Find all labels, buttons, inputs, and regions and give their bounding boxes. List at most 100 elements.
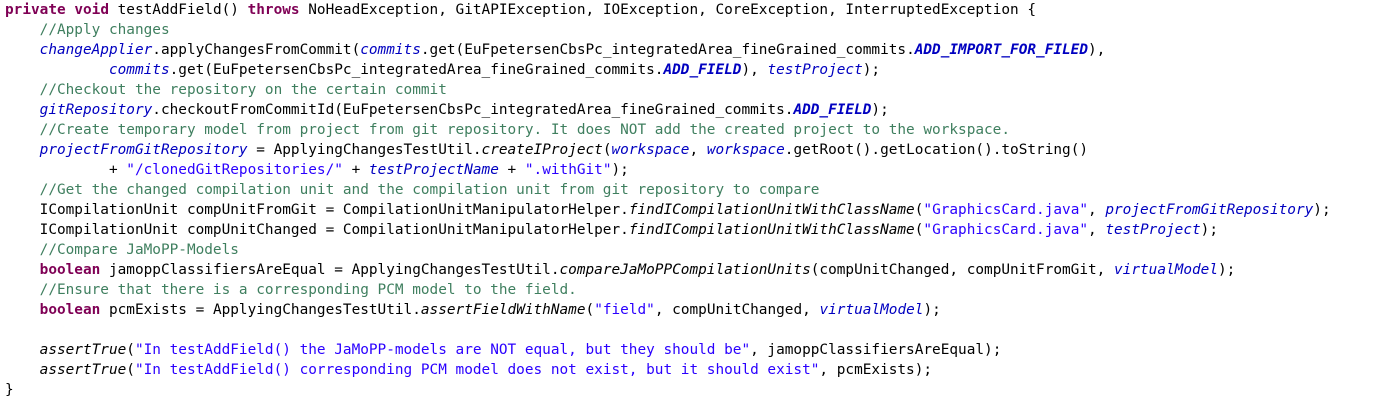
code-line[interactable]: ICompilationUnit compUnitFromGit = Compi… (0, 200, 1382, 220)
string-literal: "/clonedGitRepositories/" (126, 162, 343, 178)
field-ref: virtualModel (819, 302, 924, 318)
code-line[interactable]: changeApplier.applyChangesFromCommit(com… (0, 40, 1382, 60)
code-text: NoHeadException, GitAPIException, IOExce… (299, 2, 1037, 18)
keyword: private (5, 2, 66, 18)
code-line[interactable]: assertTrue("In testAddField() the JaMoPP… (0, 340, 1382, 360)
code-line[interactable]: projectFromGitRepository = ApplyingChang… (0, 140, 1382, 160)
code-text: ); (862, 62, 881, 78)
code-text: ); (871, 102, 889, 118)
code-text: ICompilationUnit compUnitFromGit = Compi… (5, 202, 629, 218)
static-constant: ADD_FIELD (663, 62, 742, 78)
code-text: .applyChangesFromCommit( (152, 42, 361, 58)
code-text: , (1088, 222, 1106, 238)
code-text: + (498, 162, 525, 178)
comment: //Apply changes (39, 22, 170, 38)
code-text: ); (1200, 222, 1218, 238)
code-text: (compUnitChanged, compUnitFromGit, (810, 262, 1115, 278)
field-ref: testProjectName (368, 162, 499, 178)
code-text: .checkoutFromCommitId(EuFpetersenCbsPc_i… (152, 102, 794, 118)
static-constant: ADD_IMPORT_FOR_FILED (914, 42, 1089, 58)
comment: //Get the changed compilation unit and t… (39, 182, 820, 198)
static-method: assertTrue (39, 362, 127, 378)
field-ref: projectFromGitRepository (39, 142, 248, 158)
code-text: ( (126, 362, 135, 378)
field-ref: virtualModel (1114, 262, 1218, 278)
field-ref: projectFromGitRepository (1105, 202, 1314, 218)
code-text: } (5, 382, 14, 398)
comment: //Ensure that there is a corresponding P… (39, 282, 577, 298)
static-method: compareJaMoPPCompilationUnits (559, 262, 811, 278)
string-literal: "In testAddField() corresponding PCM mod… (134, 362, 820, 378)
code-text: = ApplyingChangesTestUtil. (247, 142, 482, 158)
code-line[interactable]: //Checkout the repository on the certain… (0, 80, 1382, 100)
code-line[interactable]: assertTrue("In testAddField() correspond… (0, 360, 1382, 380)
code-line[interactable]: //Create temporary model from project fr… (0, 120, 1382, 140)
code-editor[interactable]: private void testAddField() throws NoHea… (0, 0, 1382, 404)
field-ref: gitRepository (39, 102, 153, 118)
code-line[interactable]: //Apply changes (0, 20, 1382, 40)
field-ref: workspace (706, 142, 785, 158)
code-text: ), (1088, 42, 1106, 58)
static-method: assertFieldWithName (420, 302, 586, 318)
field-ref: workspace (611, 142, 690, 158)
code-text: , (1088, 202, 1106, 218)
code-line[interactable] (0, 320, 1382, 340)
field-ref: commits (108, 62, 170, 78)
code-line[interactable]: //Get the changed compilation unit and t… (0, 180, 1382, 200)
code-line[interactable]: boolean jamoppClassifiersAreEqual = Appl… (0, 260, 1382, 280)
code-text: ); (611, 162, 629, 178)
code-text: , (689, 142, 707, 158)
field-ref: changeApplier (39, 42, 153, 58)
comment: //Create temporary model from project fr… (39, 122, 1011, 138)
code-line[interactable]: //Compare JaMoPP-Models (0, 240, 1382, 260)
code-text: .get(EuFpetersenCbsPc_integratedArea_fin… (420, 42, 915, 58)
static-method: assertTrue (39, 342, 127, 358)
code-line[interactable]: commits.get(EuFpetersenCbsPc_integratedA… (0, 60, 1382, 80)
code-line[interactable]: //Ensure that there is a corresponding P… (0, 280, 1382, 300)
code-text: jamoppClassifiersAreEqual = ApplyingChan… (100, 262, 560, 278)
code-text: ), (741, 62, 768, 78)
code-text: ( (602, 142, 612, 158)
keyword: boolean (39, 302, 101, 318)
static-method: createIProject (481, 142, 603, 158)
code-line[interactable]: ICompilationUnit compUnitChanged = Compi… (0, 220, 1382, 240)
code-text: ); (1217, 262, 1236, 278)
code-text: ); (923, 302, 941, 318)
code-text: ICompilationUnit compUnitChanged = Compi… (5, 222, 629, 238)
string-literal: "GraphicsCard.java" (923, 202, 1089, 218)
string-literal: "In testAddField() the JaMoPP-models are… (134, 342, 751, 358)
code-text: .get(EuFpetersenCbsPc_integratedArea_fin… (169, 62, 664, 78)
code-line[interactable]: } (0, 380, 1382, 400)
code-text: , jamoppClassifiersAreEqual); (750, 342, 1002, 358)
code-text: , compUnitChanged, (654, 302, 820, 318)
string-literal: "GraphicsCard.java" (923, 222, 1089, 238)
static-method: findICompilationUnitWithClassName (628, 222, 915, 238)
static-constant: ADD_FIELD (793, 102, 872, 118)
code-line[interactable]: boolean pcmExists = ApplyingChangesTestU… (0, 300, 1382, 320)
code-text: testAddField() (108, 2, 248, 18)
code-text: ( (126, 342, 135, 358)
code-line[interactable]: gitRepository.checkoutFromCommitId(EuFpe… (0, 100, 1382, 120)
code-line[interactable]: private void testAddField() throws NoHea… (0, 0, 1382, 20)
comment: //Compare JaMoPP-Models (39, 242, 239, 258)
code-text: + (342, 162, 369, 178)
code-text: , pcmExists); (819, 362, 933, 378)
code-line[interactable]: + "/clonedGitRepositories/" + testProjec… (0, 160, 1382, 180)
code-text: pcmExists = ApplyingChangesTestUtil. (100, 302, 421, 318)
field-ref: commits (360, 42, 421, 58)
code-text: + (5, 162, 127, 178)
keyword: throws (247, 2, 300, 18)
code-text: ( (585, 302, 595, 318)
